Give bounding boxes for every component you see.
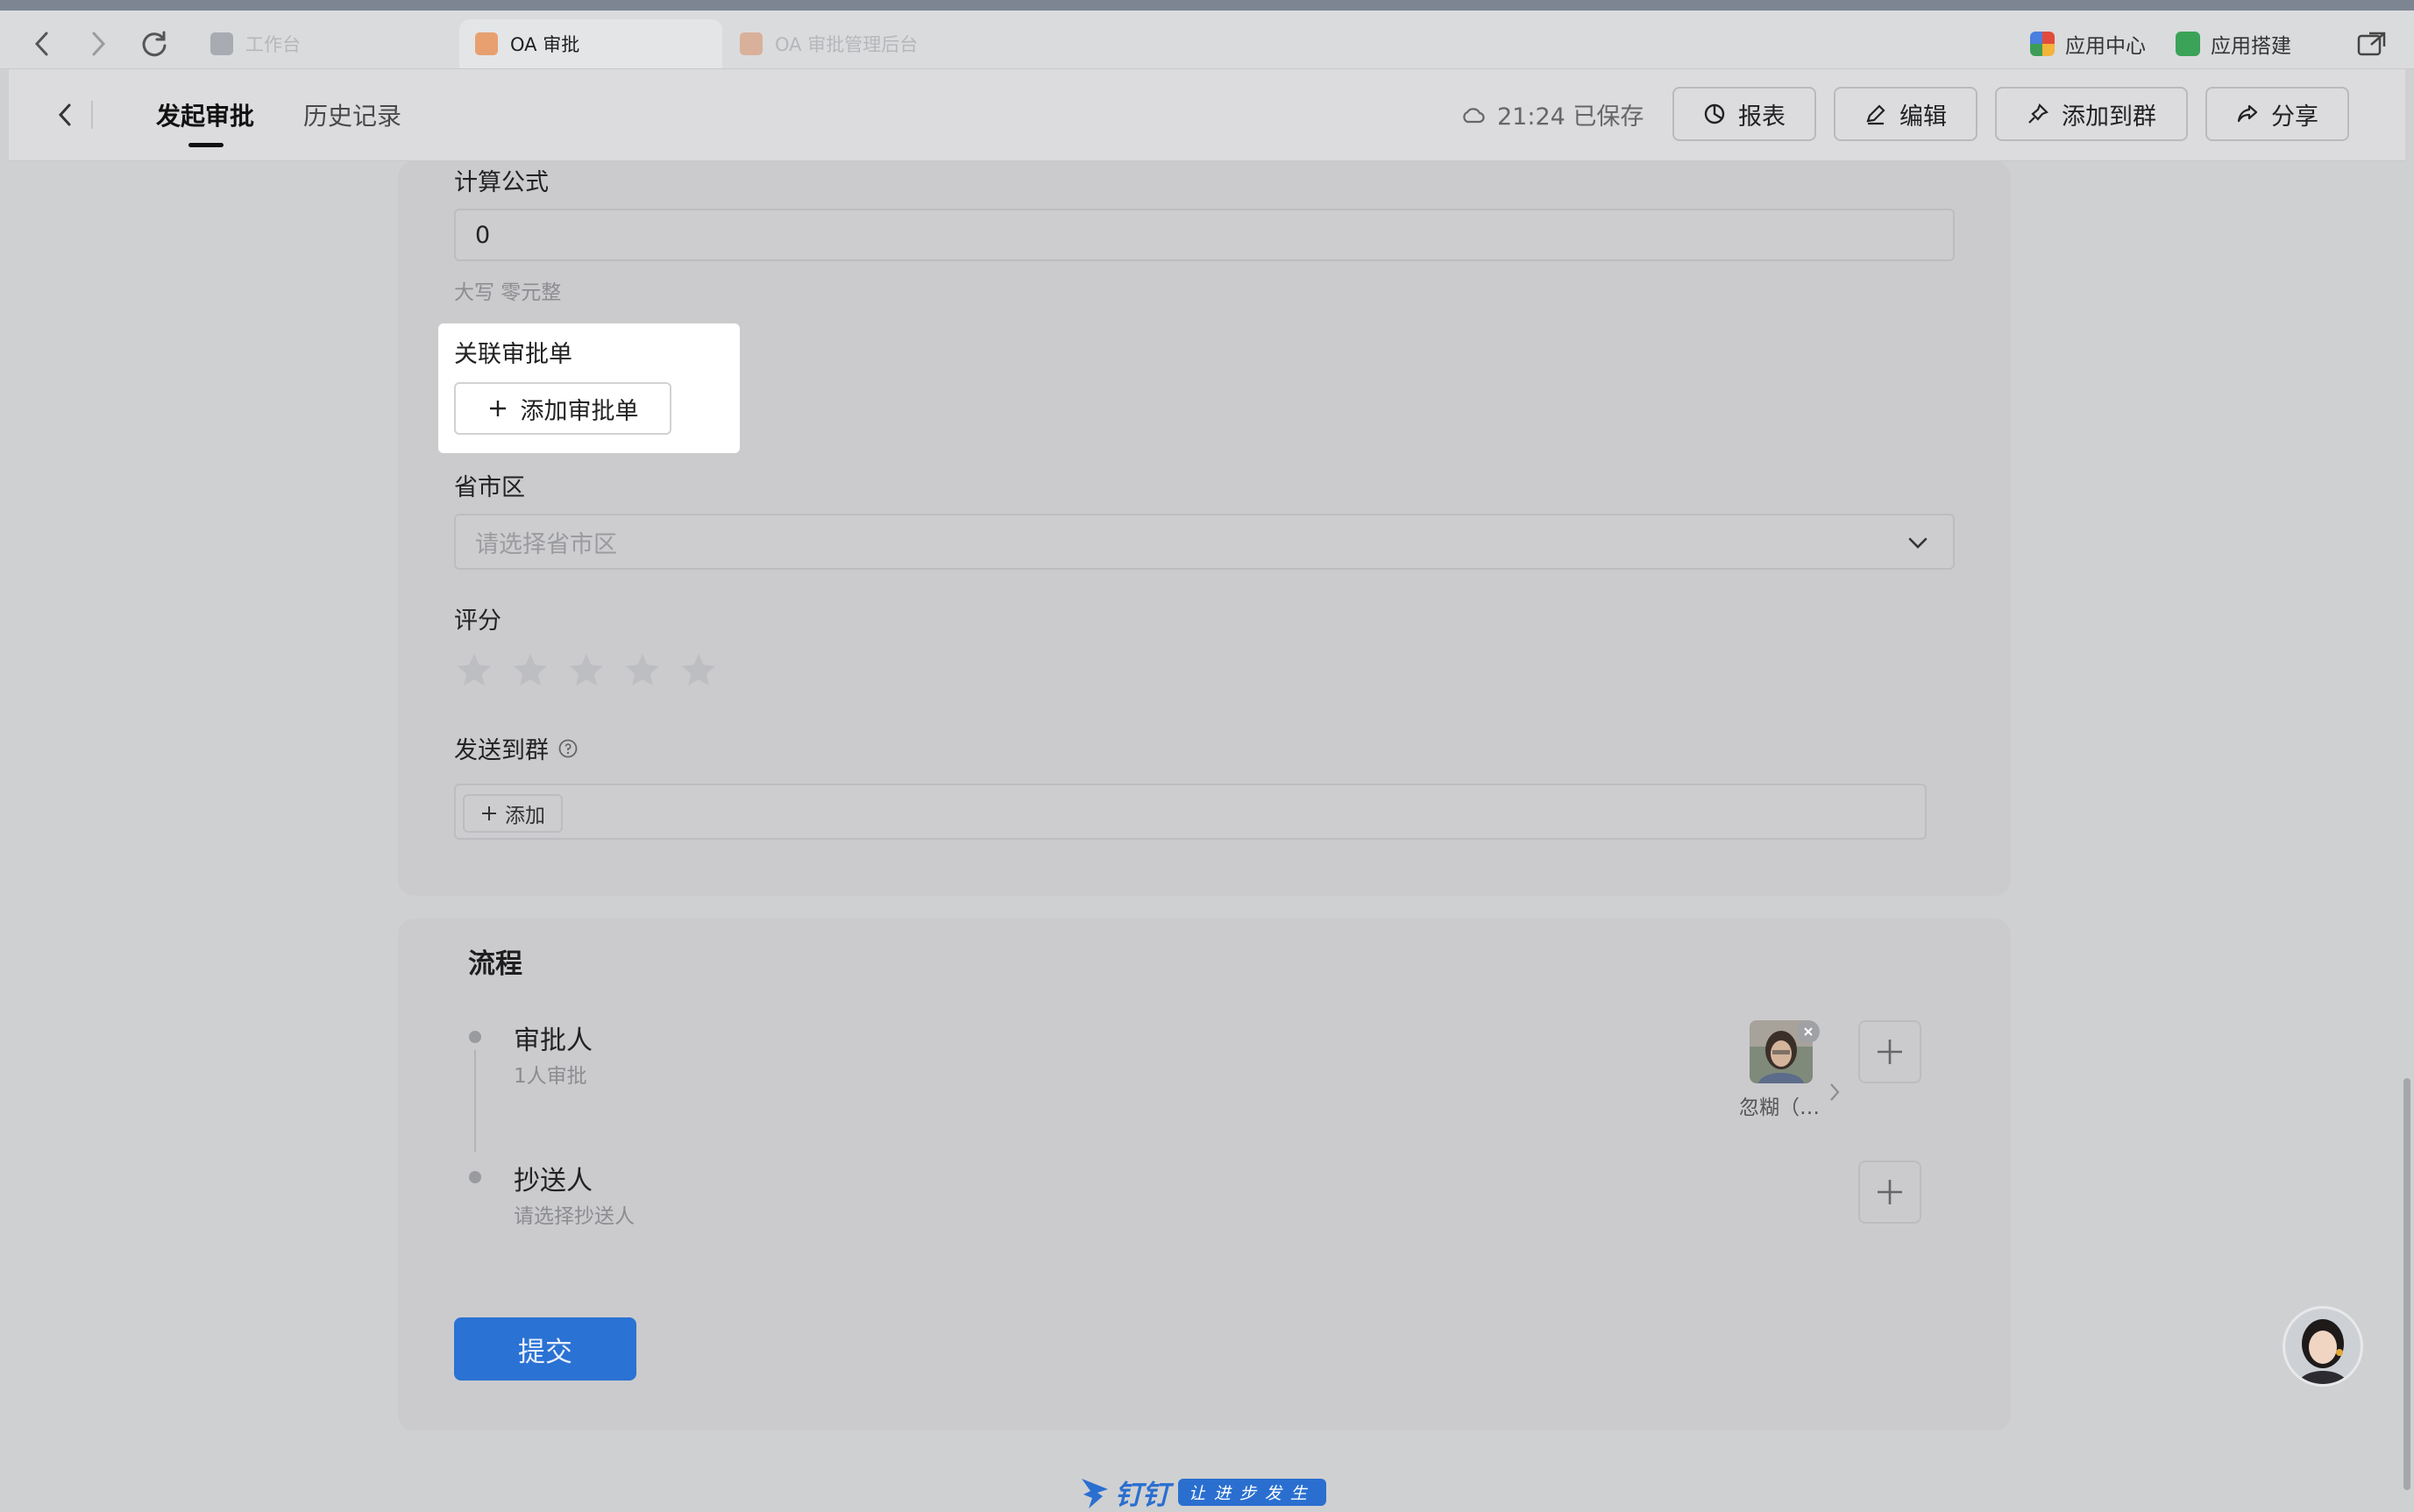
star-icon[interactable] xyxy=(622,650,663,691)
chevron-left-icon xyxy=(34,32,48,56)
send-group-field xyxy=(454,784,1927,840)
tab-oa-admin[interactable]: OA 审批管理后台 xyxy=(724,19,1057,68)
brand-slogan: 让进步发生 xyxy=(1178,1479,1327,1506)
save-status-text: 21:24 已保存 xyxy=(1497,103,1644,131)
active-tab-underline xyxy=(188,143,224,147)
edit-label: 编辑 xyxy=(1899,103,1947,131)
star-icon[interactable] xyxy=(510,650,550,691)
submit-button[interactable]: 提交 xyxy=(454,1317,636,1381)
related-approval-label: 关联审批单 xyxy=(454,341,572,368)
cc-title: 抄送人 xyxy=(514,1166,593,1196)
region-placeholder: 请选择省市区 xyxy=(475,530,617,558)
plus-icon xyxy=(1878,1040,1902,1064)
add-approver-button[interactable] xyxy=(1858,1020,1921,1083)
formula-label: 计算公式 xyxy=(454,169,549,196)
step-dot xyxy=(469,1171,481,1183)
code-icon xyxy=(2176,32,2200,56)
process-title: 流程 xyxy=(468,948,522,980)
page-scrollbar[interactable] xyxy=(2403,1078,2410,1490)
plus-icon xyxy=(489,401,506,416)
open-window-button[interactable] xyxy=(2354,26,2389,61)
tab-label: OA 审批管理后台 xyxy=(775,34,919,55)
app-center-icon xyxy=(2030,32,2055,56)
chevron-right-icon xyxy=(1830,1083,1840,1101)
plus-icon xyxy=(482,806,496,820)
tab-initiate[interactable]: 发起审批 xyxy=(156,97,254,132)
tab-label: OA 审批 xyxy=(510,34,580,55)
tab-label: 工作台 xyxy=(245,34,301,55)
assistant-avatar-button[interactable] xyxy=(2283,1306,2363,1387)
remove-approver-button[interactable] xyxy=(1797,1020,1820,1043)
app-center-button[interactable]: 应用中心 xyxy=(2030,25,2146,63)
toolbar: 发起审批 历史记录 21:24 已保存 报表 编辑 添加到群 分享 xyxy=(9,69,2405,161)
brand-name: 钉钉 xyxy=(1115,1480,1169,1511)
org-icon xyxy=(210,32,233,55)
approver-name: 忽糊（… xyxy=(1739,1097,1820,1119)
region-select[interactable]: 请选择省市区 xyxy=(454,514,1955,570)
add-approval-button[interactable]: 添加审批单 xyxy=(454,382,671,435)
chevron-down-icon xyxy=(1908,537,1928,549)
share-label: 分享 xyxy=(2271,103,2318,131)
window-top-strip xyxy=(0,0,2414,11)
browser-forward-button[interactable] xyxy=(81,26,116,61)
add-to-group-button[interactable]: 添加到群 xyxy=(1995,87,2188,141)
refresh-icon xyxy=(142,31,167,57)
star-icon[interactable] xyxy=(678,650,719,691)
approver-subtitle: 1人审批 xyxy=(514,1065,587,1088)
footer-brand: 钉钉 让进步发生 xyxy=(1080,1473,1327,1512)
rating-label: 评分 xyxy=(454,607,501,635)
send-group-label-row: 发送到群 xyxy=(454,731,579,765)
cloud-icon xyxy=(1463,107,1485,123)
send-group-add-button[interactable]: 添加 xyxy=(463,794,563,833)
cc-subtitle: 请选择抄送人 xyxy=(514,1205,635,1228)
chevron-left-icon xyxy=(58,103,71,126)
add-approval-label: 添加审批单 xyxy=(520,397,639,425)
share-icon xyxy=(2237,104,2258,123)
send-group-add-label: 添加 xyxy=(505,805,545,827)
report-label: 报表 xyxy=(1738,103,1786,131)
tab-oa-approval[interactable]: OA 审批 xyxy=(459,19,722,68)
step-dot xyxy=(469,1031,481,1043)
app-builder-label: 应用搭建 xyxy=(2211,35,2291,58)
plus-icon xyxy=(1878,1180,1902,1204)
approver-title: 审批人 xyxy=(514,1026,593,1056)
divider xyxy=(91,101,93,129)
rating-stars xyxy=(454,650,735,691)
close-icon xyxy=(1804,1027,1813,1036)
send-group-label: 发送到群 xyxy=(454,737,549,764)
help-icon[interactable] xyxy=(557,738,579,759)
chart-icon xyxy=(1704,103,1725,124)
region-label: 省市区 xyxy=(454,474,525,501)
assistant-avatar-image xyxy=(2297,1319,2348,1384)
external-window-icon xyxy=(2357,32,2386,56)
add-to-group-label: 添加到群 xyxy=(2062,103,2156,131)
share-button[interactable]: 分享 xyxy=(2205,87,2349,141)
oa-approval-icon xyxy=(475,32,498,55)
add-cc-button[interactable] xyxy=(1858,1161,1921,1224)
tab-workbench[interactable]: 工作台 xyxy=(195,19,458,68)
star-icon[interactable] xyxy=(566,650,607,691)
app-center-label: 应用中心 xyxy=(2065,35,2146,58)
dingtalk-logo-icon xyxy=(1082,1478,1108,1508)
formula-field: 0 xyxy=(454,209,1955,261)
tab-history[interactable]: 历史记录 xyxy=(303,97,401,132)
app-builder-button[interactable]: 应用搭建 xyxy=(2176,25,2291,63)
process-card xyxy=(398,919,2011,1430)
refresh-button[interactable] xyxy=(137,26,172,61)
pencil-icon xyxy=(1866,104,1885,125)
report-button[interactable]: 报表 xyxy=(1672,87,1816,141)
oa-approval-icon xyxy=(740,32,763,55)
save-status: 21:24 已保存 xyxy=(1460,97,1644,131)
edit-button[interactable]: 编辑 xyxy=(1834,87,1977,141)
back-button[interactable] xyxy=(47,97,82,132)
star-icon[interactable] xyxy=(454,650,494,691)
pin-icon xyxy=(2028,103,2048,124)
step-connector xyxy=(474,1050,476,1152)
chevron-right-icon xyxy=(92,32,106,56)
title-bar: 工作台 OA 审批 OA 审批管理后台 应用中心 应用搭建 xyxy=(0,11,2414,69)
browser-back-button[interactable] xyxy=(25,26,60,61)
formula-caps-hint: 大写 零元整 xyxy=(454,281,562,304)
